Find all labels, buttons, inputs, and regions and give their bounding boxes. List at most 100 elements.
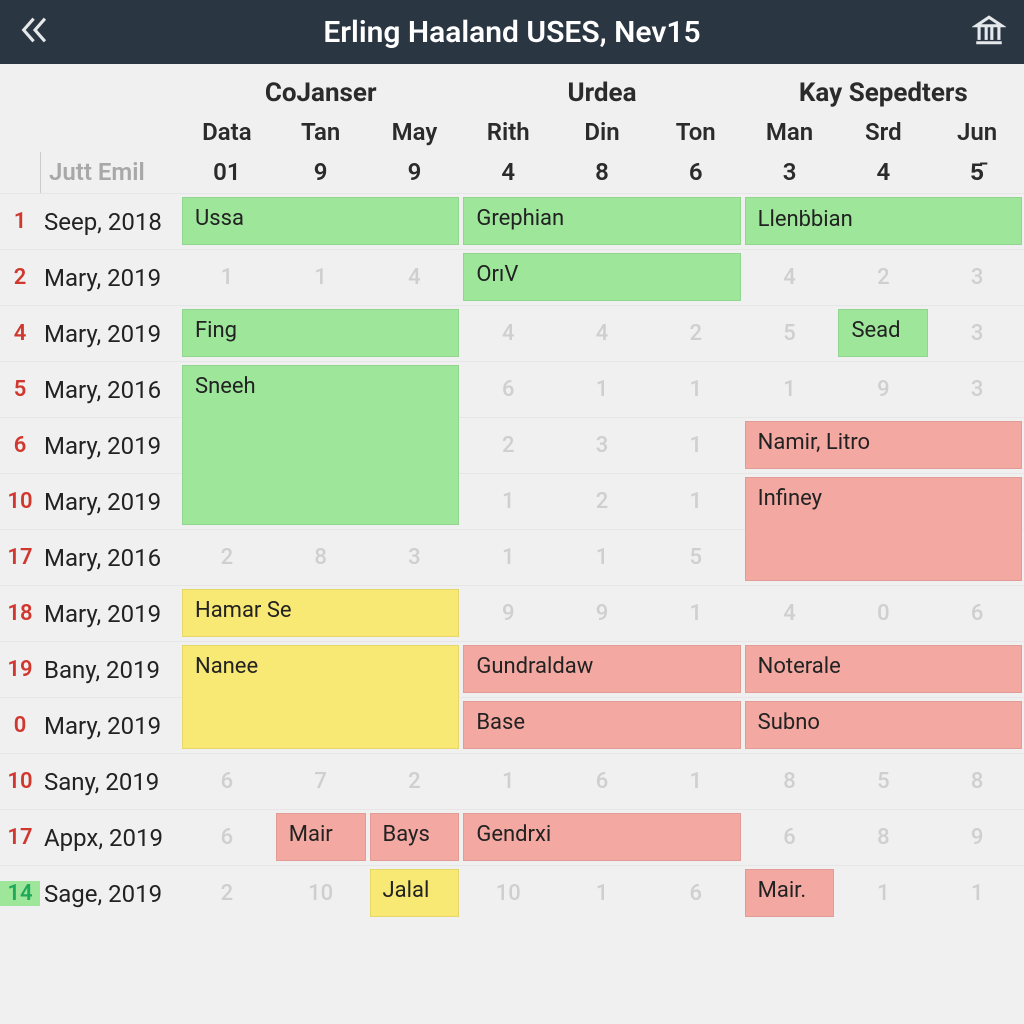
schedule-block[interactable]: Grephian <box>463 197 740 245</box>
column-number-row: Jutt Emil 0199486345̄ <box>0 152 1024 193</box>
cell: 8 <box>274 545 368 570</box>
row-label: Mary, 2019 <box>40 432 180 460</box>
row-index: 2 <box>0 265 40 290</box>
column-header: Din <box>555 112 649 152</box>
cell: 3 <box>930 377 1024 402</box>
schedule-block[interactable]: OrıV <box>463 253 740 301</box>
cell: 3 <box>930 265 1024 290</box>
row-index: 4 <box>0 321 40 346</box>
schedule-block[interactable]: Sead <box>838 309 928 357</box>
column-group: Kay Sepedters <box>743 64 1024 112</box>
column-header: Ton <box>649 112 743 152</box>
row-index: 17 <box>0 545 40 570</box>
column-header: Tan <box>274 112 368 152</box>
bank-icon[interactable] <box>972 13 1006 51</box>
schedule-block[interactable]: Gendrxi <box>463 813 740 861</box>
cell: 9 <box>555 601 649 626</box>
schedule-block[interactable]: Sneeh <box>182 365 459 525</box>
row-index: 0 <box>0 713 40 738</box>
column-group: Urdea <box>461 64 742 112</box>
cell: 3 <box>930 321 1024 346</box>
cell: 1 <box>743 377 837 402</box>
cell: 1 <box>180 265 274 290</box>
row-label: Bany, 2019 <box>40 656 180 684</box>
column-subheader: 8 <box>555 152 649 193</box>
schedule-block[interactable]: Mair <box>276 813 366 861</box>
cell: 2 <box>555 489 649 514</box>
schedule-block[interactable]: Gundraldaw <box>463 645 740 693</box>
schedule-block[interactable]: Noterale <box>745 645 1022 693</box>
schedule-block[interactable]: Infiney <box>745 477 1022 581</box>
table-row[interactable]: 10Sany, 2019672161858 <box>0 753 1024 809</box>
cell: 1 <box>930 881 1024 906</box>
row-label: Mary, 2016 <box>40 376 180 404</box>
cell: 5 <box>836 769 930 794</box>
schedule-block[interactable]: Base <box>463 701 740 749</box>
schedule-block[interactable]: Fing <box>182 309 459 357</box>
schedule-block[interactable]: Mair. <box>745 869 835 917</box>
cell: 6 <box>555 769 649 794</box>
cell: 1 <box>649 377 743 402</box>
row-label: Mary, 2019 <box>40 320 180 348</box>
row-index: 18 <box>0 601 40 626</box>
row-index: 1 <box>0 209 40 234</box>
row-label: Mary, 2019 <box>40 488 180 516</box>
table-row[interactable]: 5Mary, 2016611193 <box>0 361 1024 417</box>
cell: 8 <box>743 769 837 794</box>
cell: 2 <box>649 321 743 346</box>
cell: 8 <box>836 825 930 850</box>
row-label: Appx, 2019 <box>40 824 180 852</box>
column-group: CoJanser <box>180 64 461 112</box>
cell: 6 <box>930 601 1024 626</box>
cell: 1 <box>555 545 649 570</box>
schedule-block[interactable]: Llenḃbian <box>745 197 1022 245</box>
row-label: Mary, 2019 <box>40 264 180 292</box>
column-subheader: 9 <box>274 152 368 193</box>
schedule-block[interactable]: Hamar Se <box>182 589 459 637</box>
page-title: Erling Haaland USES, Nev15 <box>323 15 700 50</box>
table-row[interactable]: 14Sage, 2019210101611 <box>0 865 1024 921</box>
schedule-block[interactable]: Ussa <box>182 197 459 245</box>
row-label: Mary, 2019 <box>40 600 180 628</box>
column-header: Jun <box>930 112 1024 152</box>
cell: 1 <box>836 881 930 906</box>
row-label: Sage, 2019 <box>40 880 180 908</box>
cell: 1 <box>649 601 743 626</box>
column-header: May <box>368 112 462 152</box>
row-label: Sany, 2019 <box>40 768 180 796</box>
row-index: 17 <box>0 825 40 850</box>
cell: 3 <box>368 545 462 570</box>
schedule-block[interactable]: Subno <box>745 701 1022 749</box>
cell: 4 <box>743 265 837 290</box>
column-subheader: 6 <box>649 152 743 193</box>
column-subheader: 3 <box>743 152 837 193</box>
row-index: 6 <box>0 433 40 458</box>
column-subheader: 5̄ <box>930 152 1024 193</box>
cell: 1 <box>649 769 743 794</box>
cell: 9 <box>836 377 930 402</box>
cell: 4 <box>555 321 649 346</box>
table-row[interactable]: 18Mary, 2019991406 <box>0 585 1024 641</box>
cell: 4 <box>461 321 555 346</box>
titlebar: Erling Haaland USES, Nev15 <box>0 0 1024 64</box>
column-header: Man <box>743 112 837 152</box>
column-header: Data <box>180 112 274 152</box>
row-index: 5 <box>0 377 40 402</box>
schedule-block[interactable]: Bays <box>370 813 460 861</box>
cell: 3 <box>555 433 649 458</box>
cell: 6 <box>180 825 274 850</box>
cell: 2 <box>180 881 274 906</box>
cell: 6 <box>743 825 837 850</box>
schedule-block[interactable]: Jalal <box>370 869 460 917</box>
chevrons-left-icon[interactable] <box>18 13 52 51</box>
cell: 1 <box>649 433 743 458</box>
column-headers: CoJanser Urdea Kay Sepedters <box>0 64 1024 112</box>
schedule-block[interactable]: Nanee <box>182 645 459 749</box>
cell: 1 <box>649 489 743 514</box>
schedule-block[interactable]: Namir, Litro <box>745 421 1022 469</box>
cell: 9 <box>930 825 1024 850</box>
cell: 2 <box>180 545 274 570</box>
cell: 4 <box>743 601 837 626</box>
row-label: Mary, 2016 <box>40 544 180 572</box>
row-index: 19 <box>0 657 40 682</box>
